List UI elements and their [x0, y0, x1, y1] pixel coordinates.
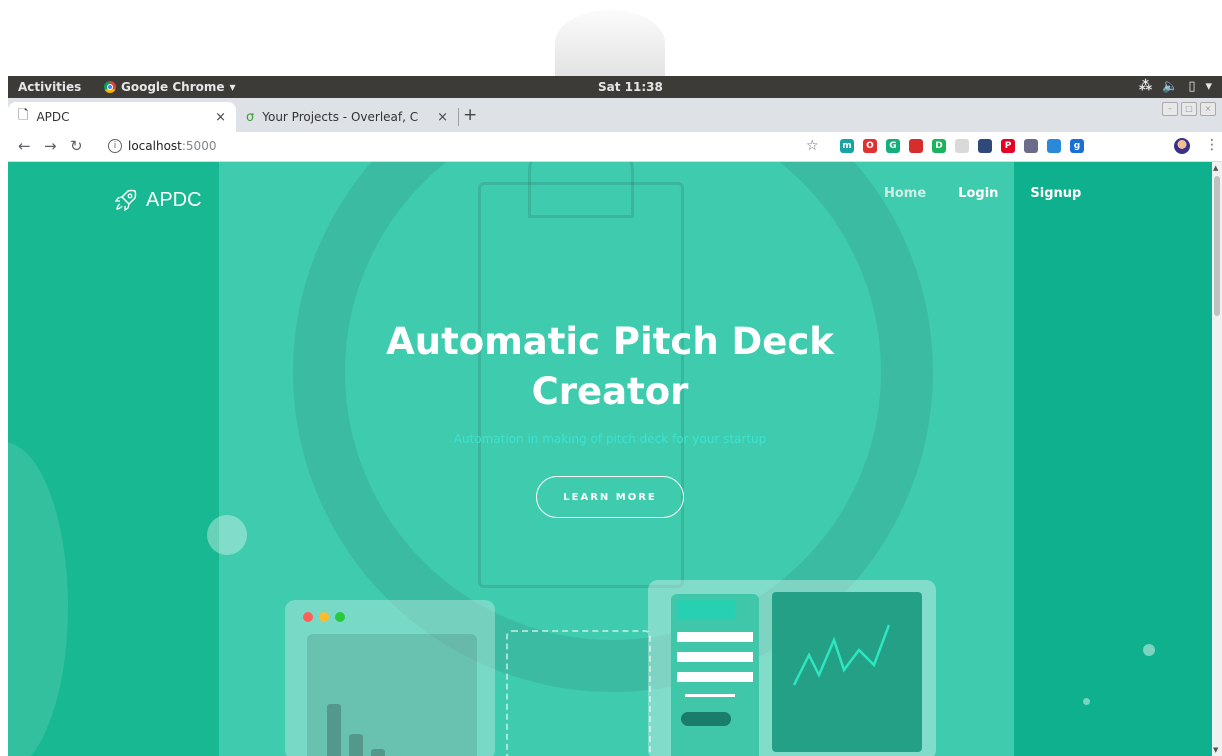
app-menu-label: Google Chrome	[121, 80, 225, 94]
scrollbar-thumb[interactable]	[1214, 176, 1220, 316]
decor-dot	[1083, 698, 1090, 705]
chrome-menu-icon[interactable]: ⋮	[1205, 137, 1219, 153]
main-nav: Home Login Signup	[884, 186, 1081, 201]
illustration-line	[677, 672, 753, 682]
forward-icon[interactable]: →	[44, 137, 57, 155]
extension-icon[interactable]: m	[840, 139, 854, 153]
maximize-icon[interactable]: □	[1181, 102, 1197, 116]
extension-icon[interactable]	[1024, 139, 1038, 153]
hero-title: Automatic Pitch Deck Creator	[386, 320, 834, 413]
new-tab-button[interactable]: +	[463, 105, 477, 125]
system-tray[interactable]: ⁂ 🔈 ▯ ▾	[1139, 79, 1212, 94]
illustration-bar	[349, 734, 363, 756]
chevron-down-icon: ▾	[229, 80, 236, 94]
brand-name: APDC	[146, 188, 202, 211]
page-scrollbar[interactable]: ▲ ▼	[1212, 162, 1222, 756]
url-port: :5000	[181, 139, 217, 153]
tab-apdc[interactable]: 🗋 APDC ×	[8, 102, 236, 132]
window-dot-red	[303, 612, 313, 622]
illustration-line	[685, 694, 735, 697]
illustration-phone-header	[677, 600, 735, 620]
hero-subtitle: Automation in making of pitch deck for y…	[453, 432, 767, 446]
extension-icon[interactable]	[978, 139, 992, 153]
illustration-line-chart	[792, 624, 891, 686]
address-toolbar: ← → ↻ i localhost:5000 ☆ mOG D Pg ⋮	[8, 132, 1222, 162]
web-page: APDC Home Login Signup Automatic Pitch D…	[8, 162, 1212, 756]
rocket-icon	[114, 189, 137, 212]
omnibox[interactable]: i localhost:5000	[108, 139, 216, 153]
volume-icon: 🔈	[1162, 79, 1179, 94]
illustration-browser-window	[285, 600, 495, 756]
illustration-dashed-frame	[506, 630, 651, 756]
window-dot-green	[335, 612, 345, 622]
illustration-line	[677, 652, 753, 662]
extension-icon[interactable]	[955, 139, 969, 153]
extension-icon[interactable]: G	[886, 139, 900, 153]
extension-icon[interactable]: O	[863, 139, 877, 153]
illustration-chart-area	[307, 634, 477, 756]
illustration-pill	[681, 712, 731, 726]
illustration-bar	[327, 704, 341, 756]
close-window-icon[interactable]: ×	[1200, 102, 1216, 116]
back-icon[interactable]: ←	[18, 137, 31, 155]
brand-logo[interactable]: APDC	[114, 188, 202, 212]
reload-icon[interactable]: ↻	[70, 137, 83, 155]
decor-dot	[1143, 644, 1155, 656]
watermark-tower-top	[555, 10, 665, 76]
scroll-down-icon[interactable]: ▼	[1213, 746, 1218, 754]
info-icon[interactable]: i	[108, 139, 122, 153]
activities-button[interactable]: Activities	[18, 80, 81, 94]
scroll-up-icon[interactable]: ▲	[1213, 164, 1218, 172]
bg-panel-right	[1014, 162, 1212, 756]
tab-title: Your Projects - Overleaf, C	[262, 110, 419, 124]
bookmark-star-icon[interactable]: ☆	[806, 138, 819, 154]
extension-icon[interactable]	[909, 139, 923, 153]
ubuntu-top-bar: Activities Google Chrome ▾ Sat 11:38 ⁂ 🔈…	[8, 76, 1222, 98]
illustration-line	[677, 632, 753, 642]
close-icon[interactable]: ×	[215, 110, 226, 125]
extension-icon[interactable]: P	[1001, 139, 1015, 153]
minimize-icon[interactable]: –	[1162, 102, 1178, 116]
network-icon: ⁂	[1138, 79, 1153, 94]
app-menu[interactable]: Google Chrome ▾	[104, 80, 236, 94]
extension-icon[interactable]: D	[932, 139, 946, 153]
overleaf-icon: σ	[246, 109, 255, 125]
profile-avatar[interactable]	[1174, 138, 1190, 154]
nav-login[interactable]: Login	[958, 186, 998, 201]
tab-strip: 🗋 APDC × σ Your Projects - Overleaf, C ×…	[8, 98, 1222, 132]
page-icon: 🗋	[18, 108, 29, 123]
system-menu-icon: ▾	[1205, 79, 1212, 94]
nav-signup[interactable]: Signup	[1030, 186, 1081, 201]
nav-home[interactable]: Home	[884, 186, 926, 201]
learn-more-button[interactable]: LEARN MORE	[536, 476, 684, 518]
illustration-bar	[371, 749, 385, 756]
tab-overleaf[interactable]: σ Your Projects - Overleaf, C ×	[236, 102, 458, 132]
window-controls: – □ ×	[1162, 102, 1216, 116]
clock[interactable]: Sat 11:38	[598, 80, 663, 94]
extension-icon[interactable]: g	[1070, 139, 1084, 153]
tab-title: APDC	[36, 110, 70, 124]
extension-icon[interactable]	[1047, 139, 1061, 153]
window-dot-yellow	[319, 612, 329, 622]
battery-icon: ▯	[1188, 79, 1196, 94]
illustration-phone	[671, 594, 759, 756]
chrome-icon	[104, 81, 116, 93]
tab-separator	[458, 108, 459, 126]
close-icon[interactable]: ×	[437, 110, 448, 125]
extension-icons: mOG D Pg	[840, 139, 1084, 153]
decor-circle	[207, 515, 247, 555]
url-host: localhost	[128, 139, 182, 153]
